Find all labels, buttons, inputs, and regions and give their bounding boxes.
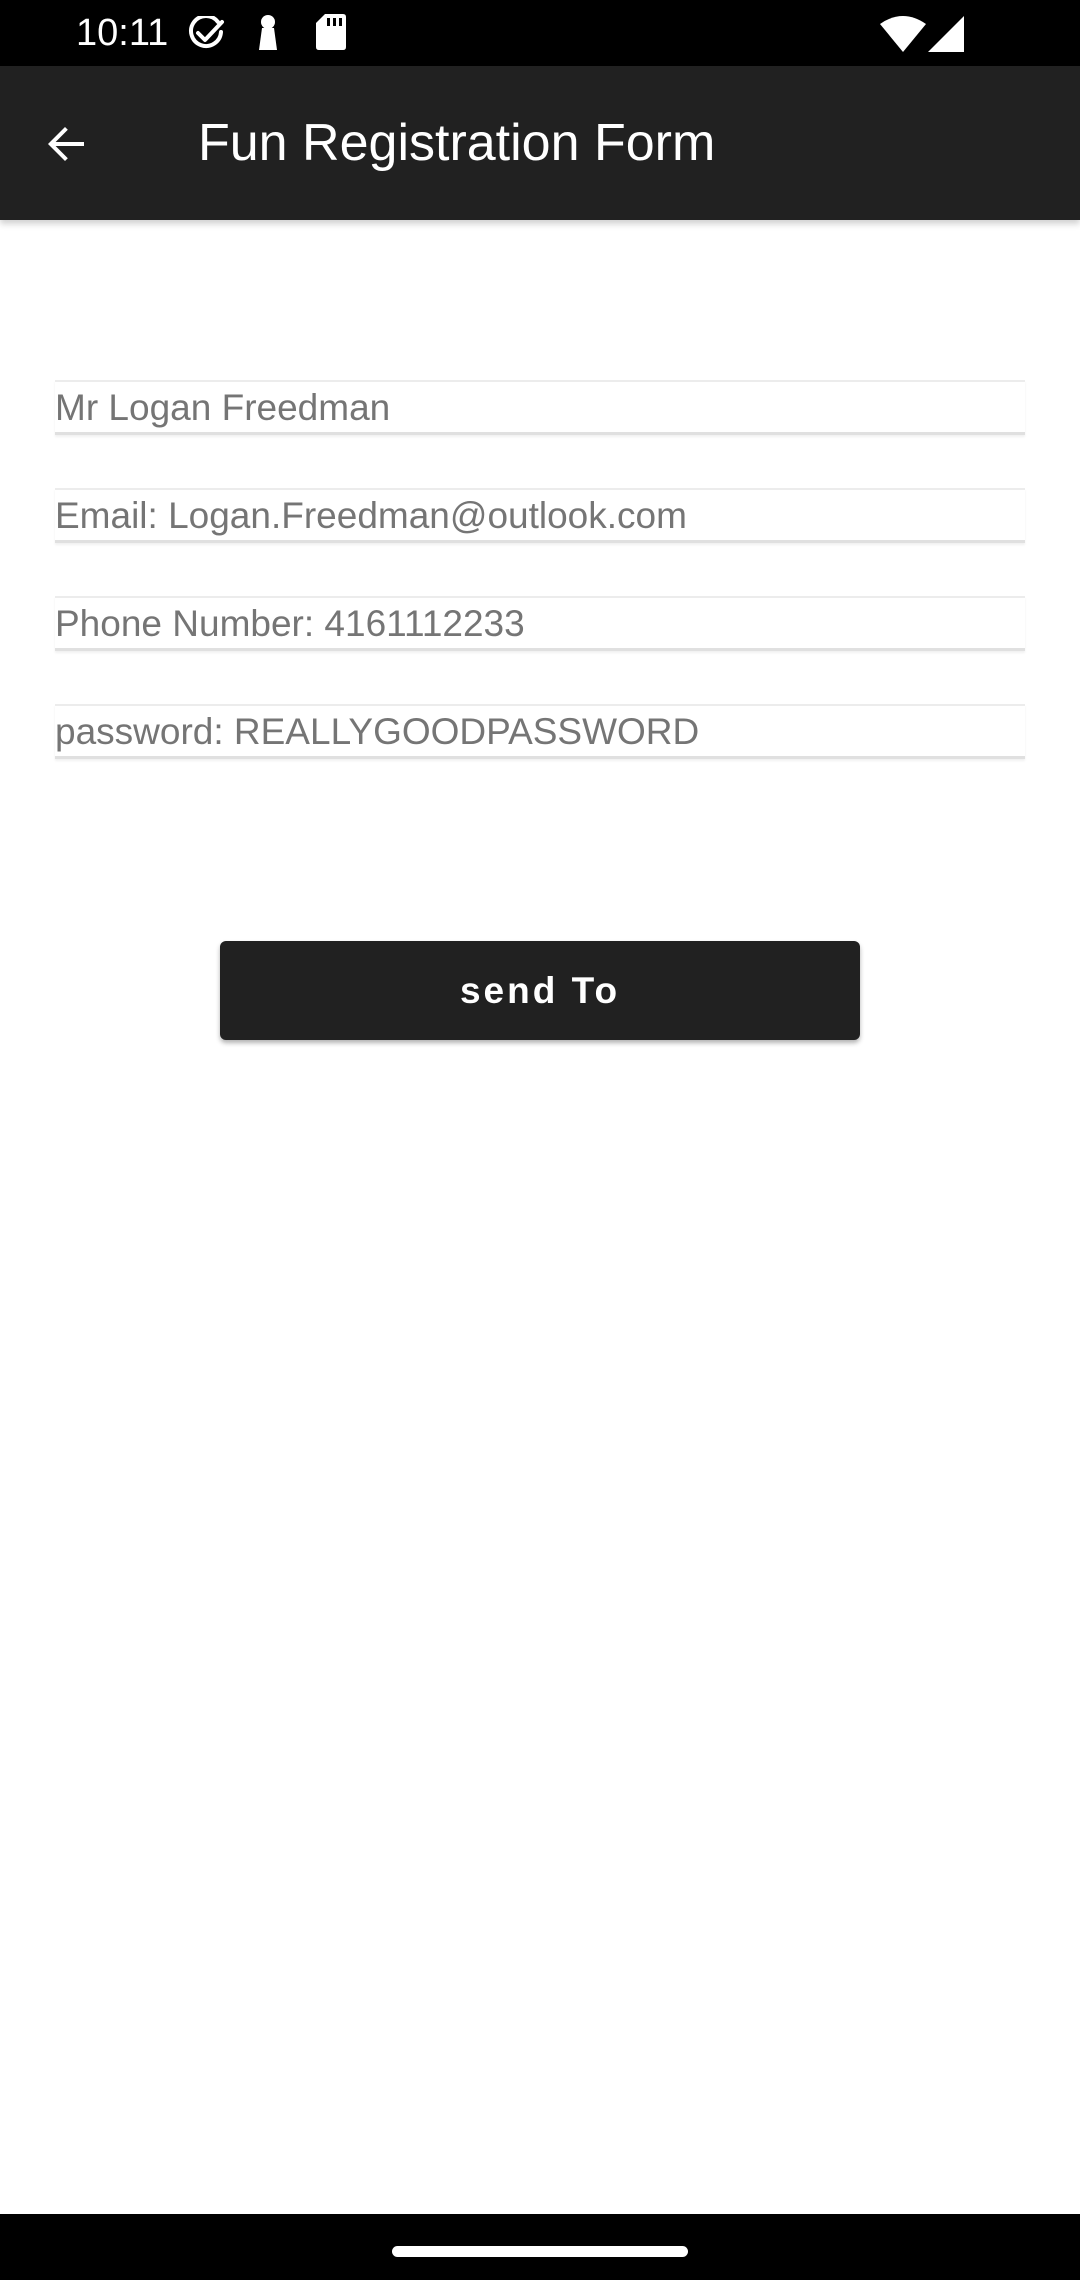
status-time: 10:11 (76, 12, 169, 54)
sd-card-icon (316, 14, 346, 55)
page-title: Fun Registration Form (198, 114, 716, 172)
send-button[interactable]: send To (220, 941, 860, 1040)
keyhole-icon (256, 14, 280, 57)
phone-field[interactable]: Phone Number: 4161112233 (55, 596, 1025, 651)
password-field-text: password: REALLYGOODPASSWORD (55, 711, 700, 752)
home-handle[interactable] (392, 2246, 688, 2257)
status-bar: 10:11 (0, 0, 1080, 66)
cell-signal-icon (928, 16, 964, 57)
phone-field-text: Phone Number: 4161112233 (55, 603, 525, 644)
wifi-icon (880, 16, 926, 57)
app-bar: Fun Registration Form (0, 66, 1080, 220)
name-field[interactable]: Mr Logan Freedman (55, 380, 1025, 435)
check-circle-icon (188, 14, 228, 57)
back-button[interactable] (24, 102, 108, 186)
password-field[interactable]: password: REALLYGOODPASSWORD (55, 704, 1025, 759)
registration-form: Mr Logan Freedman Email: Logan.Freedman@… (55, 380, 1025, 812)
email-field[interactable]: Email: Logan.Freedman@outlook.com (55, 488, 1025, 543)
navigation-bar (0, 2214, 1080, 2280)
name-field-text: Mr Logan Freedman (55, 387, 391, 428)
email-field-text: Email: Logan.Freedman@outlook.com (55, 495, 687, 536)
arrow-back-icon (48, 127, 84, 161)
